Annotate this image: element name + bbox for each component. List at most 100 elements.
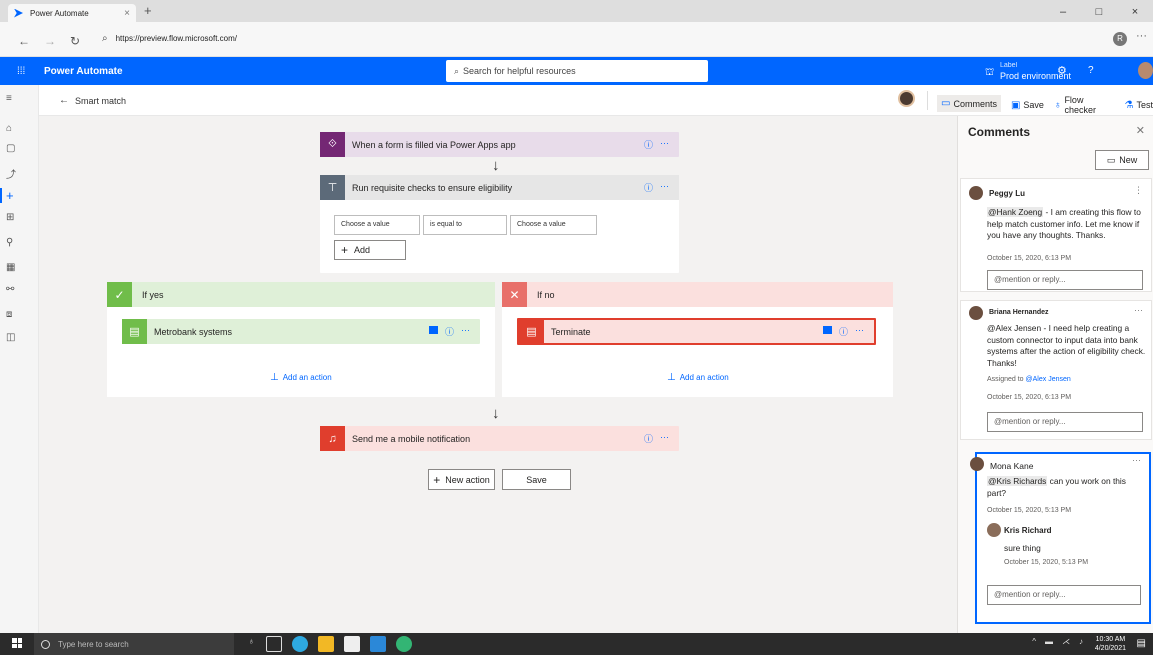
app-launcher-icon[interactable]: ⁞⁞⁞ xyxy=(17,66,25,77)
save-button[interactable]: ▣ Save xyxy=(1011,100,1044,111)
user-avatar[interactable] xyxy=(1138,62,1153,79)
canvas-save-button[interactable]: Save xyxy=(502,469,571,490)
network-icon[interactable]: ⋌ xyxy=(1062,637,1070,646)
help-icon[interactable]: ⓘ xyxy=(644,432,653,445)
close-window-button[interactable]: × xyxy=(1117,6,1153,18)
volume-icon[interactable]: ♪ xyxy=(1079,637,1083,646)
app-name[interactable]: Power Automate xyxy=(44,66,123,77)
trigger-card[interactable]: ⟐ When a form is filled via Power Apps a… xyxy=(320,132,679,157)
metrobank-action-card[interactable]: ▤ Metrobank systems ⓘ ··· xyxy=(122,319,480,344)
help-icon[interactable]: ⓘ xyxy=(644,181,653,194)
microphone-icon[interactable]: ♁ xyxy=(248,636,256,652)
help-icon[interactable]: ⓘ xyxy=(839,325,848,338)
windows-start-icon[interactable] xyxy=(12,638,22,648)
solutions-icon[interactable]: ◫ xyxy=(0,332,39,343)
back-button[interactable]: ← Smart match xyxy=(59,95,126,106)
action-items-icon[interactable]: ▢ xyxy=(0,143,39,154)
condition-right-value[interactable]: Choose a value xyxy=(510,215,597,235)
battery-icon[interactable]: ▬ xyxy=(1045,637,1053,646)
notification-card[interactable]: ♫ Send me a mobile notification ⓘ ··· xyxy=(320,426,679,451)
file-explorer-icon[interactable] xyxy=(318,636,334,652)
connectors-icon[interactable]: ⚲ xyxy=(0,237,39,248)
edge-dev-icon[interactable] xyxy=(396,636,412,652)
browser-more-icon[interactable]: ··· xyxy=(1136,30,1147,42)
help-icon[interactable]: ⓘ xyxy=(644,138,653,151)
task-view-icon[interactable] xyxy=(266,636,282,652)
help-icon[interactable]: ? xyxy=(1088,65,1094,76)
resource-search-input[interactable]: ⌕ Search for helpful resources xyxy=(446,60,708,82)
new-action-button[interactable]: + New action xyxy=(428,469,495,490)
mention[interactable]: @Hank Zoeng xyxy=(987,207,1044,217)
templates-icon[interactable]: ⊞ xyxy=(0,212,39,223)
condition-left-value[interactable]: Choose a value xyxy=(334,215,420,235)
home-icon[interactable]: ⌂ xyxy=(0,123,39,134)
my-flows-icon[interactable]: ⤴ xyxy=(0,166,39,181)
save-icon: ▣ xyxy=(1010,99,1021,111)
close-pane-icon[interactable]: ✕ xyxy=(1136,124,1145,137)
more-options-icon[interactable]: ··· xyxy=(660,138,669,151)
branch-if-yes: ✓ If yes ▤ Metrobank systems ⓘ ··· ⊥ Add… xyxy=(107,282,495,397)
assigned-to: Assigned to @Alex Jensen xyxy=(987,376,1071,383)
flow-checker-button[interactable]: ♁ Flow checker xyxy=(1054,95,1115,115)
back-icon[interactable]: ← xyxy=(18,34,30,48)
ai-builder-icon[interactable]: ⧈ xyxy=(0,309,39,320)
edge-icon[interactable] xyxy=(292,636,308,652)
settings-gear-icon[interactable]: ⚙ xyxy=(1057,64,1067,77)
more-options-icon[interactable]: ··· xyxy=(461,325,470,338)
more-options-icon[interactable]: ··· xyxy=(1132,455,1141,465)
environment-icon[interactable]: ⛫ xyxy=(985,67,994,80)
tab-close-icon[interactable]: × xyxy=(124,8,130,19)
add-condition-button[interactable]: + Add xyxy=(334,240,406,260)
add-action-link[interactable]: ⊥ Add an action xyxy=(270,372,332,383)
mail-icon[interactable] xyxy=(370,636,386,652)
address-bar[interactable]: ⌕ https://preview.flow.microsoft.com/ xyxy=(102,33,237,44)
action-title: Terminate xyxy=(551,326,591,337)
taskbar-search-input[interactable]: Type here to search xyxy=(34,633,234,655)
mention[interactable]: @Kris Richards xyxy=(987,476,1048,486)
comment-thread[interactable]: Peggy Lu ⋮ @Hank Zoeng - I am creating t… xyxy=(960,178,1152,292)
hamburger-menu-icon[interactable]: ≡ xyxy=(0,93,39,104)
add-action-link[interactable]: ⊥ Add an action xyxy=(667,372,729,383)
comments-button[interactable]: ▭ Comments xyxy=(937,95,1001,112)
avatar xyxy=(970,457,984,471)
maximize-button[interactable]: □ xyxy=(1081,6,1117,18)
more-options-icon[interactable]: ⋮ xyxy=(1134,185,1143,196)
terminate-action-card[interactable]: ▤ Terminate ⓘ ··· xyxy=(517,318,876,345)
monitor-icon[interactable]: ⚯ xyxy=(0,284,39,295)
assigned-user-link[interactable]: @Alex Jensen xyxy=(1026,376,1071,383)
branch-yes-title: If yes xyxy=(142,289,164,300)
reply-input[interactable]: @mention or reply... xyxy=(987,585,1141,605)
test-button[interactable]: ⚗ Test xyxy=(1125,100,1153,111)
chevron-up-icon[interactable]: ^ xyxy=(1032,637,1036,646)
address-bar-row: ← → ↻ ⌕ https://preview.flow.microsoft.c… xyxy=(0,22,1153,57)
help-icon[interactable]: ⓘ xyxy=(445,325,454,338)
clock-time: 10:30 AM xyxy=(1095,636,1126,643)
refresh-icon[interactable]: ↻ xyxy=(70,34,80,48)
create-icon[interactable]: + xyxy=(0,188,39,203)
forward-icon[interactable]: → xyxy=(44,34,56,48)
condition-operator[interactable]: is equal to xyxy=(423,215,507,235)
notifications-icon[interactable]: ▤ xyxy=(1137,638,1146,649)
reply-input[interactable]: @mention or reply... xyxy=(987,270,1143,290)
more-options-icon[interactable]: ··· xyxy=(1134,305,1143,315)
clock[interactable]: 10:30 AM 4/20/2021 xyxy=(1095,635,1126,653)
comment-thread-active[interactable]: Mona Kane ··· @Kris Richards can you wor… xyxy=(970,452,1151,624)
reply-input[interactable]: @mention or reply... xyxy=(987,412,1143,432)
data-icon[interactable]: ▦ xyxy=(0,262,39,273)
new-comment-button[interactable]: ▭ New xyxy=(1095,150,1149,170)
comment-timestamp: October 15, 2020, 5:13 PM xyxy=(987,507,1072,514)
condition-title[interactable]: Run requisite checks to ensure eligibili… xyxy=(352,183,644,193)
more-options-icon[interactable]: ··· xyxy=(855,325,864,338)
more-options-icon[interactable]: ··· xyxy=(660,181,669,194)
comment-badge-icon[interactable] xyxy=(822,326,832,334)
minimize-button[interactable]: – xyxy=(1045,6,1081,18)
store-icon[interactable] xyxy=(344,636,360,652)
assigned-prefix: Assigned to xyxy=(987,376,1026,383)
browser-tab[interactable]: Power Automate × xyxy=(8,4,136,22)
profile-avatar[interactable]: R xyxy=(1113,32,1127,46)
comment-badge-icon[interactable] xyxy=(428,326,438,334)
comment-thread[interactable]: Briana Hernandez ··· @Alex Jensen - I ne… xyxy=(960,300,1152,440)
new-tab-button[interactable]: + xyxy=(144,3,152,18)
more-options-icon[interactable]: ··· xyxy=(660,432,669,445)
collaborator-avatar[interactable] xyxy=(898,90,915,107)
